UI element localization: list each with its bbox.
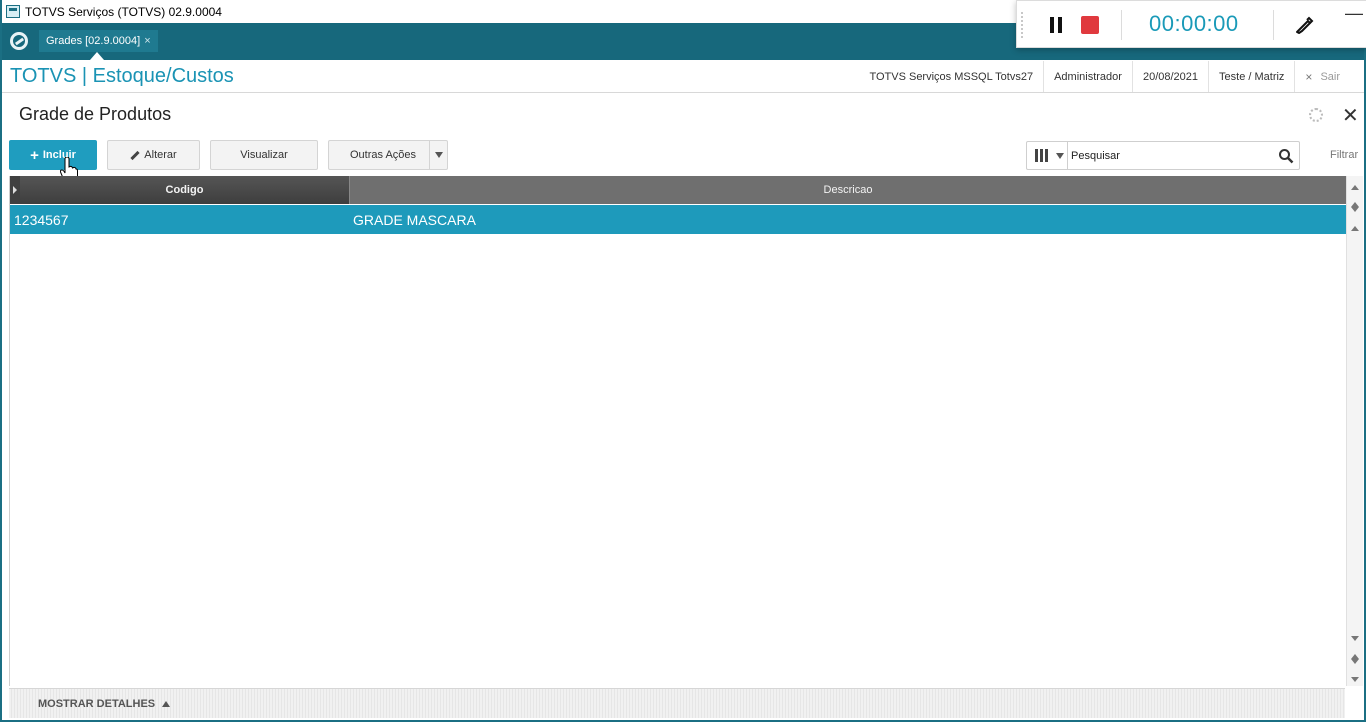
data-grid: Codigo Descricao 1234567 GRADE MASCARA xyxy=(9,176,1346,686)
alterar-label: Alterar xyxy=(144,149,177,161)
app-icon xyxy=(6,5,20,18)
stop-button[interactable] xyxy=(1081,16,1099,34)
column-header-descricao[interactable]: Descricao xyxy=(349,176,1346,204)
module-header: TOTVS | Estoque/Custos TOTVS Serviços MS… xyxy=(2,61,1364,93)
show-details-toggle[interactable]: MOSTRAR DETALHES xyxy=(38,698,171,710)
recording-timer: 00:00:00 xyxy=(1149,11,1239,36)
active-tab-caret xyxy=(90,52,104,60)
drag-handle[interactable] xyxy=(1021,12,1025,38)
minimize-button[interactable]: — xyxy=(1345,3,1363,24)
dropdown-arrow[interactable] xyxy=(429,141,447,169)
window-title: TOTVS Serviços (TOTVS) 02.9.0004 xyxy=(25,4,222,19)
visualizar-button[interactable]: Visualizar xyxy=(210,140,318,170)
column-selector-button[interactable] xyxy=(1027,142,1068,169)
search-input[interactable] xyxy=(1071,146,1271,166)
header-info: TOTVS Serviços MSSQL Totvs27 Administrad… xyxy=(859,61,1350,92)
tab-label: Grades [02.9.0004] xyxy=(46,35,141,47)
filter-link[interactable]: Filtrar xyxy=(1330,149,1358,161)
user-info: Administrador xyxy=(1043,61,1132,92)
alterar-button[interactable]: Alterar xyxy=(107,140,200,170)
divider xyxy=(1273,10,1274,40)
scroll-down-button[interactable] xyxy=(1348,631,1362,645)
pen-icon[interactable] xyxy=(1293,14,1315,36)
visualizar-label: Visualizar xyxy=(240,149,288,161)
table-row[interactable]: 1234567 GRADE MASCARA xyxy=(10,205,1346,234)
pause-button[interactable] xyxy=(1049,17,1063,33)
exit-label: Sair xyxy=(1320,70,1340,83)
chevron-down-icon xyxy=(1056,153,1064,159)
scroll-page-down-button[interactable] xyxy=(1348,652,1362,666)
exit-icon: × xyxy=(1305,69,1313,84)
app-window: TOTVS Serviços (TOTVS) 02.9.0004 Grades … xyxy=(0,0,1366,722)
chevron-down-icon xyxy=(434,152,443,158)
tab-grades[interactable]: Grades [02.9.0004] × xyxy=(39,30,158,52)
vertical-scrollbar[interactable] xyxy=(1346,176,1363,686)
page-title: Grade de Produtos xyxy=(19,104,172,124)
row-indicator-header xyxy=(10,176,20,204)
chevron-up-icon xyxy=(162,701,171,707)
screen-recorder-toolbar: 00:00:00 — xyxy=(1016,0,1366,48)
column-header-codigo[interactable]: Codigo xyxy=(20,176,349,204)
plus-icon: + xyxy=(30,146,39,164)
scroll-top-button[interactable] xyxy=(1348,180,1362,194)
columns-icon xyxy=(1035,149,1049,162)
scroll-bottom-button[interactable] xyxy=(1348,672,1362,686)
scroll-up-button[interactable] xyxy=(1348,221,1362,235)
pencil-icon xyxy=(130,150,140,160)
outras-acoes-label: Outras Ações xyxy=(350,149,417,161)
close-icon[interactable]: ✕ xyxy=(1342,103,1359,128)
module-title: TOTVS | Estoque/Custos xyxy=(10,65,234,87)
home-icon[interactable] xyxy=(10,32,28,50)
cell-descricao: GRADE MASCARA xyxy=(353,211,476,228)
exit-button[interactable]: × Sair xyxy=(1294,61,1350,92)
divider xyxy=(1121,10,1122,40)
details-footer: MOSTRAR DETALHES xyxy=(9,688,1345,718)
date-info: 20/08/2021 xyxy=(1131,61,1208,92)
scroll-page-up-button[interactable] xyxy=(1348,200,1362,214)
grid-header: Codigo Descricao xyxy=(10,176,1346,204)
search-box xyxy=(1026,141,1300,170)
company-info: TOTVS Serviços MSSQL Totvs27 xyxy=(869,70,1034,83)
tab-close-icon[interactable]: × xyxy=(144,35,150,47)
outras-acoes-button[interactable]: Outras Ações xyxy=(328,140,448,170)
gear-icon[interactable] xyxy=(1309,108,1323,122)
incluir-button[interactable]: + Incluir xyxy=(9,140,97,170)
search-icon[interactable] xyxy=(1278,148,1294,164)
branch-info: Teste / Matriz xyxy=(1208,61,1294,92)
show-details-label: MOSTRAR DETALHES xyxy=(38,698,156,710)
cell-codigo: 1234567 xyxy=(14,211,69,228)
